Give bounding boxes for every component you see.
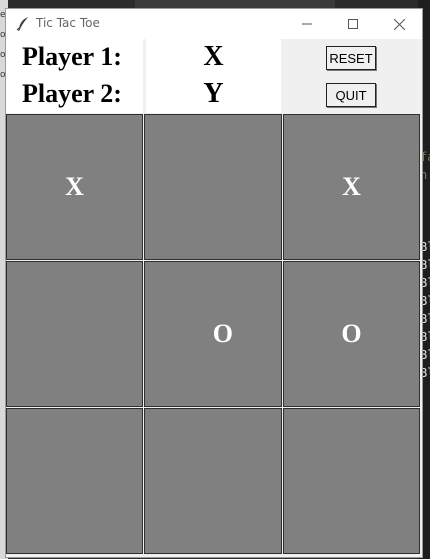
board-cell-0-1[interactable] [144, 114, 282, 260]
player-2-symbol: Y [203, 78, 224, 109]
close-icon [393, 18, 405, 30]
board-cell-1-2[interactable]: O [283, 261, 420, 407]
feather-icon [15, 16, 31, 32]
players-header: Player 1: Player 2: X Y RESET QUIT [6, 39, 422, 113]
player-labels: Player 1: Player 2: [6, 39, 143, 113]
board-cell-0-0[interactable]: X [6, 114, 143, 260]
board-cell-2-0[interactable] [6, 408, 143, 554]
app-window: Tic Tac Toe Player 1: Player 2: X Y RESE… [5, 8, 423, 558]
player-2-label: Player 2: [22, 79, 122, 108]
close-button[interactable] [376, 9, 422, 39]
quit-button[interactable]: QUIT [326, 83, 376, 107]
maximize-icon [348, 19, 358, 29]
title-bar[interactable]: Tic Tac Toe [6, 9, 422, 39]
player-1-label: Player 1: [22, 42, 122, 71]
minimize-icon [302, 23, 312, 25]
board-cell-1-0[interactable] [6, 261, 143, 407]
minimize-button[interactable] [284, 9, 330, 39]
control-buttons: RESET QUIT [281, 39, 422, 113]
maximize-button[interactable] [330, 9, 376, 39]
reset-button[interactable]: RESET [326, 46, 376, 70]
window-title: Tic Tac Toe [36, 16, 100, 30]
game-board: X X O O [6, 114, 422, 557]
player-symbols: X Y [146, 39, 281, 113]
player-1-symbol: X [203, 41, 224, 72]
board-cell-1-1[interactable]: O [144, 261, 282, 407]
board-cell-2-1[interactable] [144, 408, 282, 554]
board-cell-2-2[interactable] [283, 408, 420, 554]
board-cell-0-2[interactable]: X [283, 114, 420, 260]
